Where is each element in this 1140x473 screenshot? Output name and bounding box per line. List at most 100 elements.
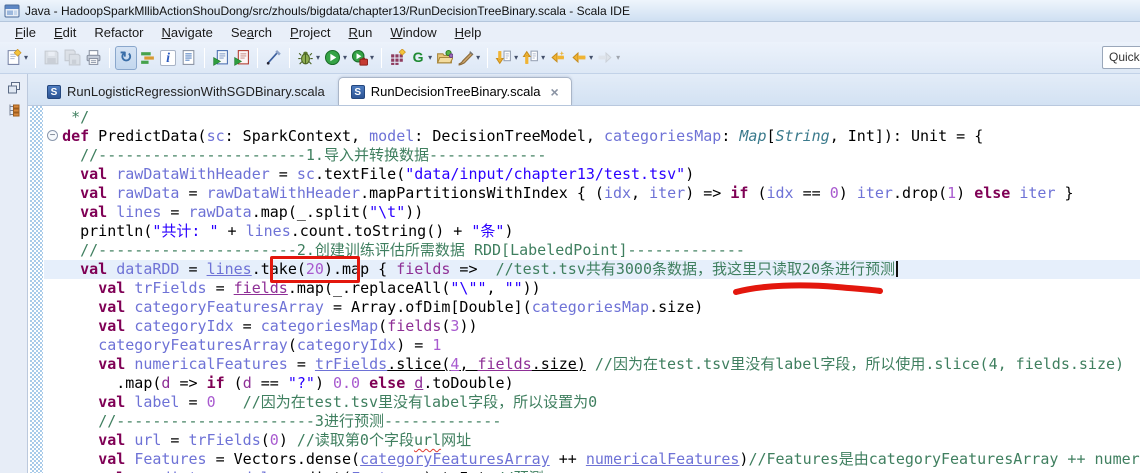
editor-tab-rundecisiontreebinary-scala[interactable]: S RunDecisionTreeBinary.scala ×: [337, 77, 572, 105]
dropdown-arrow-icon[interactable]: ▾: [24, 53, 28, 62]
menu-project[interactable]: Project: [281, 24, 339, 41]
toolbar-group: G ▾ ▾: [384, 45, 485, 71]
menu-run[interactable]: Run: [340, 24, 382, 41]
dropdown-arrow-icon[interactable]: ▾: [428, 53, 432, 62]
code-line: //----------------------2.创建训练评估所需数据 RDD…: [80, 241, 745, 259]
scala-file-icon: S: [47, 84, 61, 99]
tab-label: RunDecisionTreeBinary.scala: [370, 84, 541, 99]
editor-tab-strip: S RunLogisticRegressionWithSGDBinary.scal…: [28, 74, 1140, 106]
code-line: println("共计: " + lines.count.toString() …: [44, 222, 514, 240]
menu-refactor[interactable]: Refactor: [85, 24, 152, 41]
export-jar-icon[interactable]: [210, 46, 231, 70]
new-java-project-icon[interactable]: [387, 46, 408, 70]
code-line: */: [44, 108, 90, 126]
code-line: val categoryIdx = categoriesMap(fields(3…: [98, 317, 478, 335]
code-line: val categoryFeaturesArray = Array.ofDim[…: [98, 298, 704, 316]
code-line: def PredictData(sc: SparkContext, model:…: [62, 127, 984, 145]
menu-navigate[interactable]: Navigate: [153, 24, 222, 41]
format-source-icon[interactable]: [178, 46, 199, 70]
toolbar-separator: [381, 47, 383, 68]
toolbar-group: [207, 45, 255, 71]
main-toolbar: ▾ ↻ i ▾ ▾ ▾ G ▾ ▾ ▾ ▾ ▾ ▾ Quick: [0, 42, 1140, 74]
tab-label: RunLogisticRegressionWithSGDBinary.scala: [67, 84, 325, 99]
title-bar[interactable]: Java - HadoopSparkMllibActionShouDong/sr…: [0, 0, 1140, 22]
toolbar-group: ▾ ▾ ▾: [292, 45, 379, 71]
menu-file[interactable]: File: [6, 24, 45, 41]
window-title: Java - HadoopSparkMllibActionShouDong/sr…: [25, 3, 630, 18]
toolbar-separator: [109, 47, 111, 68]
dropdown-arrow-icon[interactable]: ▾: [514, 53, 518, 62]
toolbar-group: ↻ i: [112, 45, 202, 71]
package-explorer-icon[interactable]: [6, 102, 22, 118]
menu-bar: File Edit Refactor Navigate Search Project Run…: [0, 22, 1140, 42]
open-type-icon[interactable]: [434, 46, 455, 70]
toolbar-group: ▾: [0, 45, 33, 71]
mark-occurrences-icon[interactable]: [137, 46, 158, 70]
code-line: val rawData = rawDataWithHeader.mapParti…: [80, 184, 1074, 202]
scala-ide-window: Java - HadoopSparkMllibActionShouDong/sr…: [0, 0, 1140, 473]
code-line: val numericalFeatures = trFields.slice(4…: [98, 355, 1125, 373]
code-line: val trFields = fields.map(_.replaceAll("…: [98, 279, 541, 297]
back-icon[interactable]: ▾: [568, 46, 595, 70]
code-line: val rawDataWithHeader = sc.textFile("dat…: [80, 165, 695, 183]
minimized-views-rail: [0, 74, 28, 473]
last-edit-location-icon[interactable]: [547, 46, 568, 70]
code-line: //-----------------------1.导入并转换数据------…: [80, 146, 547, 164]
scala-file-icon: S: [350, 84, 365, 99]
dropdown-arrow-icon[interactable]: ▾: [589, 53, 593, 62]
quick-diff-strip: [30, 106, 43, 473]
code-line: .map(d => if (d == "?") 0.0 else d.toDou…: [44, 374, 514, 392]
menu-edit[interactable]: Edit: [45, 24, 85, 41]
refresh-icon[interactable]: ↻: [115, 45, 138, 70]
restore-views-icon[interactable]: [6, 80, 22, 96]
dropdown-arrow-icon[interactable]: ▾: [370, 53, 374, 62]
pin-editor-icon[interactable]: [263, 46, 284, 70]
quick-access-input[interactable]: Quick: [1102, 46, 1140, 69]
dropdown-arrow-icon[interactable]: ▾: [616, 53, 620, 62]
code-editor[interactable]: − */ def PredictData(sc: SparkContext, m…: [28, 106, 1140, 473]
code-line: categoryFeaturesArray(categoryIdx) = 1: [98, 336, 442, 354]
toolbar-separator: [35, 47, 37, 68]
text-cursor: [896, 261, 899, 277]
code-line: val lines = rawData.map(_.split("\t")): [80, 203, 424, 221]
debug-icon[interactable]: ▾: [295, 46, 322, 70]
toolbar-separator: [487, 47, 489, 68]
toolbar-group: [38, 45, 107, 71]
annotate-icon[interactable]: ▾: [455, 46, 482, 70]
toolbar-separator: [204, 47, 206, 68]
dropdown-arrow-icon[interactable]: ▾: [476, 53, 480, 62]
code-area: − */ def PredictData(sc: SparkContext, m…: [44, 106, 1140, 473]
menu-search[interactable]: Search: [222, 24, 281, 41]
code-line: val url = trFields(0) //读取第0个字段url网址: [98, 431, 472, 449]
dropdown-arrow-icon[interactable]: ▾: [541, 53, 545, 62]
export-report-icon[interactable]: [231, 46, 252, 70]
generate-icon[interactable]: G ▾: [408, 46, 434, 70]
save-all-icon: [62, 46, 83, 70]
dropdown-arrow-icon[interactable]: ▾: [343, 53, 347, 62]
menu-window[interactable]: Window: [381, 24, 445, 41]
toolbar-group: [260, 45, 287, 71]
info-icon[interactable]: i: [158, 46, 178, 70]
code-line: val predict = model.predict(Features).to…: [44, 469, 1140, 473]
run-icon[interactable]: ▾: [322, 46, 349, 70]
toolbar-group: ▾ ▾ ▾ ▾: [490, 45, 625, 71]
new-wizard-icon[interactable]: ▾: [3, 46, 30, 70]
fold-collapse-icon[interactable]: −: [47, 130, 58, 141]
app-icon: [4, 3, 20, 19]
code-line: val Features = Vectors.dense(categoryFea…: [98, 450, 1140, 468]
print-icon[interactable]: [83, 46, 104, 70]
next-annotation-icon[interactable]: ▾: [493, 46, 520, 70]
dropdown-arrow-icon[interactable]: ▾: [316, 53, 320, 62]
menu-help[interactable]: Help: [446, 24, 491, 41]
save-icon: [41, 46, 62, 70]
code-line: val label = 0 //因为在test.tsv里没有label字段，所以…: [98, 393, 598, 411]
editor-tab-runlogisticregressionwithsgdbinary-scala[interactable]: S RunLogisticRegressionWithSGDBinary.scal…: [34, 77, 338, 105]
code-line: //----------------------3进行预测-----------…: [98, 412, 502, 430]
forward-icon: ▾: [595, 46, 622, 70]
code-lines: */ def PredictData(sc: SparkContext, mod…: [44, 106, 1140, 473]
code-line-current: val dataRDD = lines.take(20).map { field…: [44, 260, 1140, 279]
close-tab-icon[interactable]: ×: [551, 85, 559, 99]
toolbar-separator: [257, 47, 259, 68]
run-config-icon[interactable]: ▾: [349, 46, 376, 70]
prev-annotation-icon[interactable]: ▾: [520, 46, 547, 70]
